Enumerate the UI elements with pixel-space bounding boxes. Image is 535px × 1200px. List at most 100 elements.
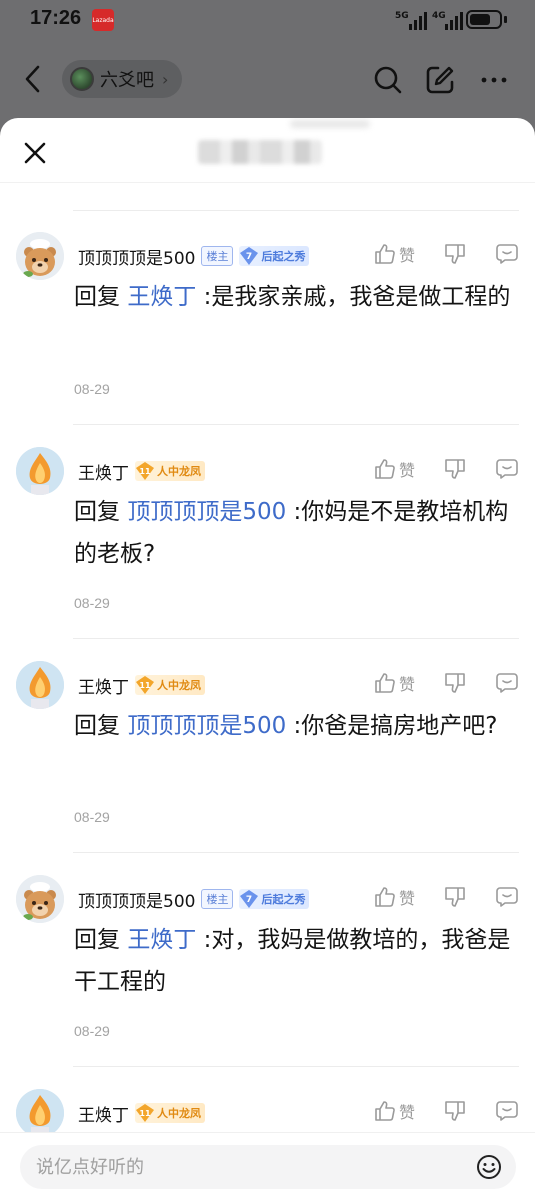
like-label: 赞 bbox=[398, 461, 415, 480]
reply-button[interactable] bbox=[495, 457, 519, 481]
level-badge[interactable]: 7 后起之秀 bbox=[239, 889, 310, 909]
reply-prefix: 回复 bbox=[74, 284, 120, 310]
status-time: 17:26 bbox=[30, 7, 82, 29]
owner-badge: 楼主 bbox=[201, 246, 234, 266]
dislike-button[interactable] bbox=[443, 242, 467, 266]
reply-input-bar bbox=[0, 1132, 535, 1200]
username[interactable]: 王焕丁 bbox=[78, 459, 129, 484]
close-icon[interactable] bbox=[20, 138, 50, 168]
mention-link[interactable]: 顶顶顶顶是500 bbox=[127, 713, 286, 739]
comment-actions: 赞 bbox=[345, 671, 519, 695]
avatar[interactable] bbox=[16, 447, 64, 495]
level-badge[interactable]: 11 人中龙凤 bbox=[135, 675, 205, 695]
more-icon[interactable] bbox=[478, 64, 510, 96]
comment-bubble-icon bbox=[496, 673, 518, 693]
level-badge[interactable]: 7 后起之秀 bbox=[239, 246, 310, 266]
forum-header: 六爻吧 › bbox=[0, 48, 535, 112]
level-gem-icon: 7 bbox=[240, 247, 259, 265]
flame-avatar-image bbox=[16, 661, 64, 709]
battery-level bbox=[470, 14, 490, 25]
thumbs-up-icon bbox=[375, 887, 395, 907]
mention-link[interactable]: 顶顶顶顶是500 bbox=[127, 499, 286, 525]
reply-button[interactable] bbox=[495, 885, 519, 909]
comment-bubble-icon bbox=[496, 887, 518, 907]
divider bbox=[0, 182, 535, 183]
username[interactable]: 顶顶顶顶是500 bbox=[78, 244, 195, 269]
comment-actions: 赞 bbox=[345, 885, 519, 909]
level-number: 7 bbox=[246, 252, 252, 262]
divider bbox=[73, 852, 519, 853]
comment-date: 08-29 bbox=[74, 1023, 110, 1039]
comment-date: 08-29 bbox=[74, 809, 110, 825]
reply-prefix: 回复 bbox=[74, 713, 120, 739]
reply-button[interactable] bbox=[495, 242, 519, 266]
reply-button[interactable] bbox=[495, 671, 519, 695]
level-title: 人中龙凤 bbox=[157, 465, 201, 478]
back-icon[interactable] bbox=[18, 62, 48, 96]
search-icon[interactable] bbox=[372, 64, 404, 96]
lazada-app-icon: Lazada bbox=[92, 9, 114, 31]
thumbs-up-icon bbox=[375, 244, 395, 264]
dislike-button[interactable] bbox=[443, 1099, 467, 1123]
reply-input-container[interactable] bbox=[20, 1145, 516, 1189]
like-button[interactable]: 赞 bbox=[373, 1099, 415, 1123]
comment-body[interactable]: 回复 王焕丁 :是我家亲戚，我爸是做工程的 bbox=[74, 276, 524, 318]
chevron-right-icon: › bbox=[162, 69, 169, 89]
reply-sheet: 顶顶顶顶是500 楼主 7 后起之秀 赞 回复 王焕丁 :是我家亲戚，我爸是做工… bbox=[0, 118, 535, 1200]
username[interactable]: 王焕丁 bbox=[78, 1101, 129, 1126]
like-label: 赞 bbox=[398, 1103, 415, 1122]
mention-link[interactable]: 王焕丁 bbox=[127, 927, 196, 953]
thumbs-down-icon bbox=[445, 1101, 465, 1121]
comment-header: 顶顶顶顶是500 楼主 7 后起之秀 bbox=[78, 244, 310, 269]
reply-prefix: 回复 bbox=[74, 927, 120, 953]
forum-chip[interactable]: 六爻吧 › bbox=[62, 60, 183, 98]
comment-text: :你爸是搞房地产吧? bbox=[293, 713, 498, 739]
flame-avatar-image bbox=[16, 1089, 64, 1137]
reply-button[interactable] bbox=[495, 1099, 519, 1123]
app-badge-label: Lazada bbox=[92, 17, 114, 24]
comment-date: 08-29 bbox=[74, 381, 110, 397]
status-bar: 17:26 Lazada 5G 4G bbox=[0, 0, 535, 40]
level-number: 11 bbox=[139, 681, 151, 690]
avatar[interactable] bbox=[16, 1089, 64, 1137]
level-title: 后起之秀 bbox=[261, 250, 306, 263]
level-badge[interactable]: 11 人中龙凤 bbox=[135, 1103, 205, 1123]
like-label: 赞 bbox=[398, 675, 415, 694]
avatar[interactable] bbox=[16, 232, 64, 280]
forum-name: 六爻吧 bbox=[100, 70, 154, 91]
level-title: 人中龙凤 bbox=[157, 1107, 201, 1120]
dislike-button[interactable] bbox=[443, 885, 467, 909]
username[interactable]: 顶顶顶顶是500 bbox=[78, 887, 195, 912]
username[interactable]: 王焕丁 bbox=[78, 673, 129, 698]
level-gem-icon: 11 bbox=[136, 676, 154, 694]
like-button[interactable]: 赞 bbox=[373, 242, 415, 266]
like-button[interactable]: 赞 bbox=[373, 457, 415, 481]
thumbs-down-icon bbox=[445, 459, 465, 479]
forum-avatar bbox=[70, 67, 94, 91]
thumbs-down-icon bbox=[445, 673, 465, 693]
comment-bubble-icon bbox=[496, 459, 518, 479]
level-badge[interactable]: 11 人中龙凤 bbox=[135, 461, 205, 481]
emoji-icon[interactable] bbox=[476, 1154, 502, 1180]
reply-input[interactable] bbox=[36, 1145, 456, 1189]
like-button[interactable]: 赞 bbox=[373, 885, 415, 909]
edit-icon[interactable] bbox=[424, 64, 456, 96]
battery-icon bbox=[466, 10, 507, 29]
dislike-button[interactable] bbox=[443, 457, 467, 481]
like-button[interactable]: 赞 bbox=[373, 671, 415, 695]
mention-link[interactable]: 王焕丁 bbox=[127, 284, 196, 310]
comment-header: 王焕丁 11 人中龙凤 bbox=[78, 1101, 205, 1126]
reply-prefix: 回复 bbox=[74, 499, 120, 525]
comment-body[interactable]: 回复 顶顶顶顶是500 :你爸是搞房地产吧? bbox=[74, 705, 524, 747]
comment-body[interactable]: 回复 顶顶顶顶是500 :你妈是不是教培机构的老板? bbox=[74, 491, 524, 575]
comment-header: 王焕丁 11 人中龙凤 bbox=[78, 673, 205, 698]
avatar[interactable] bbox=[16, 661, 64, 709]
owner-badge: 楼主 bbox=[201, 889, 234, 909]
avatar[interactable] bbox=[16, 875, 64, 923]
comment-body[interactable]: 回复 王焕丁 :对，我妈是做教培的，我爸是干工程的 bbox=[74, 919, 524, 1003]
flame-avatar-image bbox=[16, 447, 64, 495]
divider bbox=[73, 210, 519, 211]
thumbs-down-icon bbox=[445, 244, 465, 264]
thumbs-up-icon bbox=[375, 1101, 395, 1121]
dislike-button[interactable] bbox=[443, 671, 467, 695]
